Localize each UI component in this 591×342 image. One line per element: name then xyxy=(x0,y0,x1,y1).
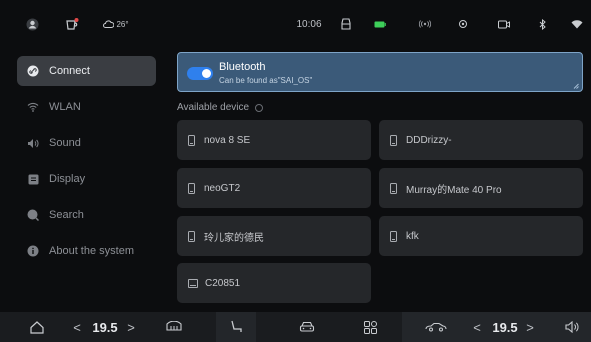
right-temp-down-button[interactable]: < xyxy=(470,312,484,342)
broadcast-icon xyxy=(416,16,434,32)
seat-icon[interactable] xyxy=(226,312,246,342)
volume-icon[interactable] xyxy=(562,312,582,342)
phone-icon xyxy=(188,134,195,146)
device-name: neoGT2 xyxy=(204,182,241,194)
weather-widget[interactable]: 26° xyxy=(101,16,131,32)
device-name: DDDrizzy- xyxy=(406,134,452,146)
weather-temp: 26° xyxy=(116,19,129,29)
available-devices-heading: Available device xyxy=(177,102,264,113)
sidebar-item-label: Sound xyxy=(49,137,81,149)
phone-icon xyxy=(188,182,195,194)
phone-icon xyxy=(390,182,397,194)
bluetooth-toggle[interactable] xyxy=(187,67,213,80)
phone-icon xyxy=(188,230,195,242)
wifi-icon xyxy=(570,16,584,32)
device-item[interactable]: DDDrizzy- xyxy=(379,120,583,160)
sidebar-item-about[interactable]: About the system xyxy=(17,236,156,266)
car-side-icon[interactable] xyxy=(422,312,450,342)
search-icon xyxy=(27,209,39,221)
sidebar-item-connect[interactable]: Connect xyxy=(17,56,156,86)
cup-icon[interactable] xyxy=(64,16,80,32)
link-icon xyxy=(27,65,39,77)
phone-icon xyxy=(390,230,397,242)
resize-grip-icon xyxy=(573,83,579,89)
sidebar-item-label: Display xyxy=(49,173,86,185)
device-name: 玲儿家的德民 xyxy=(204,232,264,244)
bluetooth-card[interactable]: Bluetooth Can be found as"SAI_OS" xyxy=(177,52,583,92)
device-item[interactable]: 玲儿家的德民 xyxy=(177,216,371,256)
display-icon xyxy=(27,173,39,185)
device-name: Murray的Mate 40 Pro xyxy=(406,184,502,196)
device-name: nova 8 SE xyxy=(204,134,251,146)
sidebar-item-sound[interactable]: Sound xyxy=(17,128,156,158)
sidebar-item-display[interactable]: Display xyxy=(17,164,156,194)
available-devices-label: Available device xyxy=(177,102,250,113)
right-temp-up-button[interactable]: > xyxy=(523,312,537,342)
bluetooth-title: Bluetooth xyxy=(219,61,266,73)
status-bar: 26° 10:06 xyxy=(0,0,591,46)
computer-icon xyxy=(188,278,198,288)
wifi-icon xyxy=(27,101,39,113)
sidebar-item-label: About the system xyxy=(49,245,134,257)
rear-defrost-icon[interactable] xyxy=(163,312,185,342)
home-icon[interactable] xyxy=(26,312,48,342)
bottom-control-bar: < 19.5 > < 19.5 > xyxy=(0,312,591,342)
toggle-knob xyxy=(202,69,211,78)
right-temp-value: 19.5 xyxy=(492,319,518,335)
car-icon[interactable] xyxy=(339,16,353,32)
left-temp-up-button[interactable]: > xyxy=(124,312,138,342)
sidebar-item-label: WLAN xyxy=(49,101,81,113)
bluetooth-icon xyxy=(537,16,549,32)
battery-icon xyxy=(373,16,387,32)
clock: 10:06 xyxy=(296,18,322,30)
device-item[interactable]: kfk xyxy=(379,216,583,256)
settings-sidebar: Connect WLAN Sound Display Search About … xyxy=(0,46,167,312)
sidebar-item-label: Search xyxy=(49,209,84,221)
connect-panel: Bluetooth Can be found as"SAI_OS" Availa… xyxy=(167,46,591,312)
left-temp-down-button[interactable]: < xyxy=(70,312,84,342)
info-icon xyxy=(27,245,39,257)
bluetooth-subtitle: Can be found as"SAI_OS" xyxy=(219,76,313,85)
apps-icon[interactable] xyxy=(360,312,380,342)
left-temp-value: 19.5 xyxy=(92,319,118,335)
camera-icon xyxy=(497,16,511,32)
avatar-icon[interactable] xyxy=(24,16,40,32)
device-item[interactable]: nova 8 SE xyxy=(177,120,371,160)
car-front-icon[interactable] xyxy=(296,312,318,342)
device-item[interactable]: Murray的Mate 40 Pro xyxy=(379,168,583,208)
sidebar-item-label: Connect xyxy=(49,65,90,77)
speaker-icon xyxy=(27,137,39,149)
sidebar-item-search[interactable]: Search xyxy=(17,200,156,230)
device-item[interactable]: C20851 xyxy=(177,263,371,303)
device-item[interactable]: neoGT2 xyxy=(177,168,371,208)
phone-icon xyxy=(390,134,397,146)
device-name: kfk xyxy=(406,230,419,242)
location-icon xyxy=(456,16,470,32)
cloud-icon xyxy=(103,20,115,28)
loading-spinner-icon xyxy=(255,103,264,112)
sidebar-item-wlan[interactable]: WLAN xyxy=(17,92,156,122)
device-name: C20851 xyxy=(205,277,241,289)
